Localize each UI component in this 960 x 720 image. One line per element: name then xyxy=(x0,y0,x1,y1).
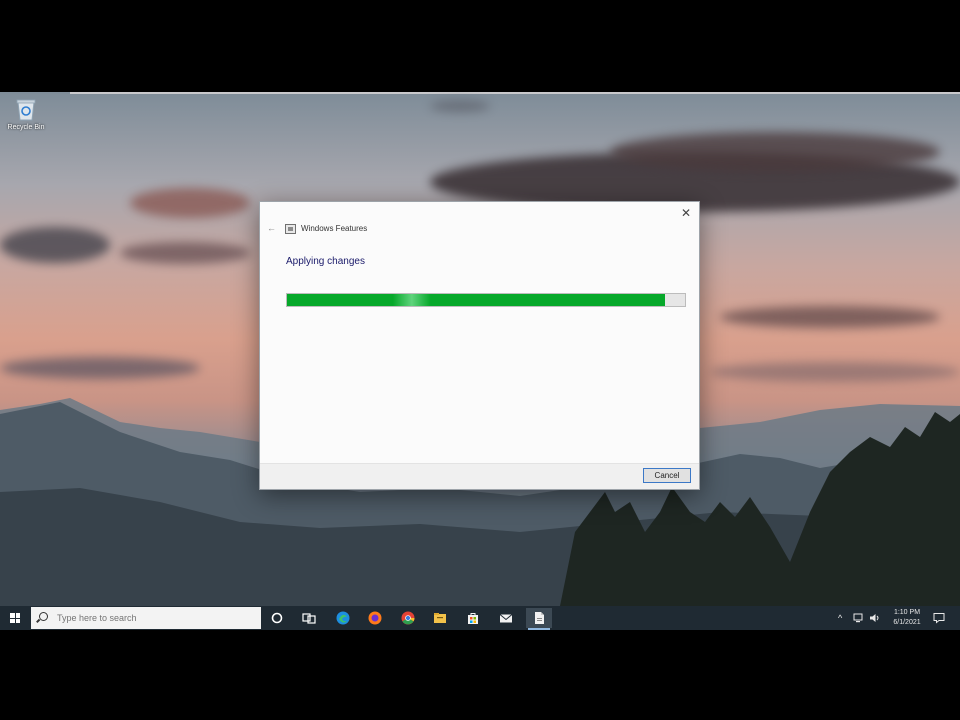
cancel-button[interactable]: Cancel xyxy=(643,468,691,483)
edge-button[interactable] xyxy=(330,608,356,628)
cortana-icon xyxy=(271,612,283,624)
file-explorer-icon xyxy=(434,613,446,623)
letterbox-bottom xyxy=(0,630,960,720)
action-center-icon[interactable] xyxy=(933,612,945,624)
close-button[interactable]: ✕ xyxy=(677,206,695,220)
recycle-bin-icon xyxy=(16,99,36,121)
progress-fill xyxy=(287,294,666,306)
cortana-button[interactable] xyxy=(264,608,290,628)
back-arrow-icon[interactable]: ← xyxy=(267,224,276,233)
windows-logo-icon xyxy=(10,613,20,623)
status-text: Applying changes xyxy=(286,256,365,267)
edge-icon xyxy=(336,611,350,625)
progress-bar xyxy=(286,293,686,307)
taskbar-search-box[interactable] xyxy=(31,607,261,629)
chrome-icon xyxy=(401,611,415,625)
firefox-icon xyxy=(368,611,382,625)
clock-time: 1:10 PM xyxy=(893,609,921,616)
dialog-footer: Cancel xyxy=(260,463,699,489)
windows-features-icon xyxy=(535,612,544,624)
windows-features-taskbar-button[interactable] xyxy=(526,608,552,630)
firefox-button[interactable] xyxy=(362,608,388,628)
search-icon xyxy=(39,612,48,621)
dialog-title: Windows Features xyxy=(301,224,368,233)
recycle-bin[interactable]: Recycle Bin xyxy=(4,94,48,138)
clock-date: 6/1/2021 xyxy=(893,619,921,626)
volume-icon[interactable] xyxy=(869,612,881,624)
dialog-title-row: ← Windows Features ✕ xyxy=(260,202,699,236)
windows-features-dialog: ← Windows Features ✕ Applying changes Ca… xyxy=(259,201,700,490)
windows-features-app-icon xyxy=(285,224,296,234)
store-button[interactable] xyxy=(460,608,486,628)
start-button[interactable] xyxy=(0,606,30,630)
search-input[interactable] xyxy=(57,610,253,626)
taskbar: ^ 1:10 PM 6/1/2021 xyxy=(0,606,960,630)
task-view-button[interactable] xyxy=(296,608,322,628)
tray-overflow-caret[interactable]: ^ xyxy=(838,606,842,630)
taskbar-clock[interactable]: 1:10 PM 6/1/2021 xyxy=(888,608,926,628)
chrome-button[interactable] xyxy=(395,608,421,628)
letterbox-top xyxy=(0,0,960,92)
mail-button[interactable] xyxy=(493,608,519,628)
recycle-bin-label: Recycle Bin xyxy=(7,124,45,131)
mail-icon xyxy=(499,614,513,623)
store-icon xyxy=(468,613,478,624)
file-explorer-button[interactable] xyxy=(427,608,453,628)
task-view-icon xyxy=(302,613,316,624)
network-icon[interactable] xyxy=(853,612,865,624)
